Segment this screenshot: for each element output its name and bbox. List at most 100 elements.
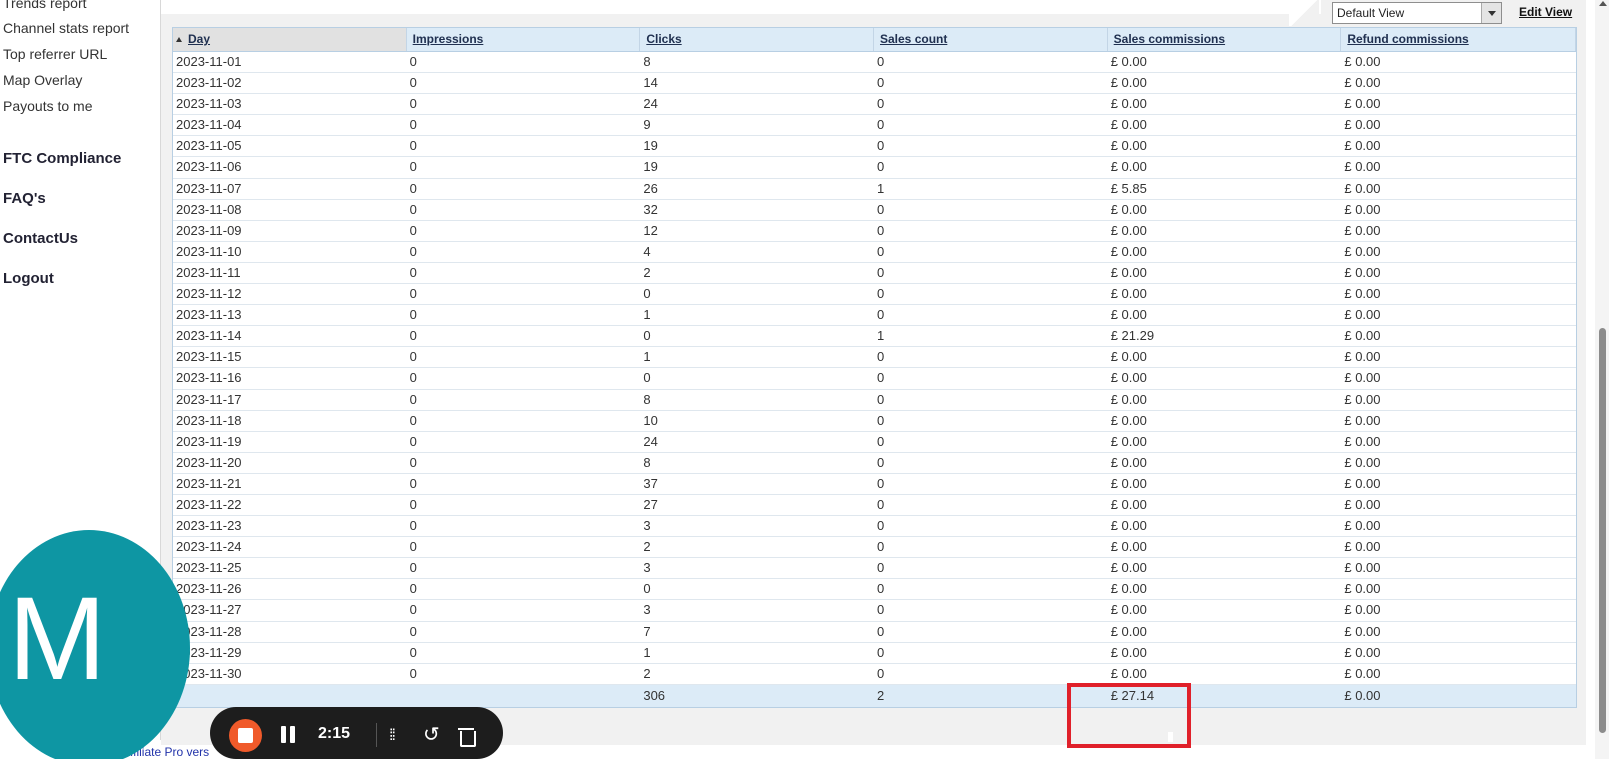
cell-clicks: 32 <box>643 201 658 217</box>
cell-sales-commissions: £ 0.00 <box>1110 539 1147 555</box>
cell-clicks: 1 <box>643 644 651 660</box>
drag-handle-icon[interactable]: ⁞⁞ <box>389 727 396 745</box>
cell-day: 2023-11-01 <box>176 54 242 69</box>
cell-sales-count: 0 <box>877 454 885 470</box>
table-row: 2023-11-04 0 9 0 £ 0.00 £ 0.00 <box>173 115 1576 137</box>
table-row: 2023-11-23 0 3 0 £ 0.00 £ 0.00 <box>173 516 1576 538</box>
cell-sales-commissions: £ 0.00 <box>1110 307 1147 323</box>
cell-sales-count: 0 <box>877 644 885 660</box>
cell-sales-commissions: £ 21.29 <box>1110 328 1155 344</box>
sidebar-faqs[interactable]: FAQ's <box>3 190 46 207</box>
table-row: 2023-11-19 0 24 0 £ 0.00 £ 0.00 <box>173 432 1576 453</box>
cell-clicks: 0 <box>643 286 651 302</box>
cell-impressions: 0 <box>409 370 417 386</box>
cell-sales-count: 0 <box>877 433 885 449</box>
cell-sales-count: 0 <box>877 518 885 534</box>
cell-refund-commissions: £ 0.00 <box>1344 243 1381 259</box>
cell-sales-commissions: £ 0.00 <box>1110 412 1147 428</box>
scroll-up-arrow-icon[interactable] <box>1599 1 1607 6</box>
stop-recording-button[interactable] <box>229 719 262 752</box>
cell-sales-count: 0 <box>877 307 885 323</box>
table-totals-row: 306 2 £ 27.14 £ 0.00 <box>173 684 1576 707</box>
cell-clicks: 24 <box>643 433 658 449</box>
cell-sales-count: 0 <box>877 412 885 428</box>
cell-sales-count: 0 <box>877 349 885 365</box>
cell-sales-count: 0 <box>877 391 885 407</box>
table-row: 2023-11-16 0 0 0 £ 0.00 £ 0.00 <box>173 368 1576 390</box>
cell-impressions: 0 <box>409 307 417 323</box>
sidebar-link-top-referrer[interactable]: Top referrer URL <box>3 46 107 62</box>
cell-sales-commissions: £ 0.00 <box>1110 201 1147 217</box>
cell-sales-count: 0 <box>877 560 885 576</box>
cell-clicks: 8 <box>643 54 651 69</box>
cell-refund-commissions: £ 0.00 <box>1344 475 1381 491</box>
edit-view-link[interactable]: Edit View <box>1519 5 1572 19</box>
column-header-sales-count[interactable]: Sales count <box>874 28 1108 51</box>
column-header-day[interactable]: Day <box>173 28 407 51</box>
cell-clicks: 7 <box>643 623 651 639</box>
column-header-clicks[interactable]: Clicks <box>640 28 874 51</box>
sidebar-ftc-compliance[interactable]: FTC Compliance <box>3 150 121 167</box>
view-select-value: Default View <box>1337 6 1405 20</box>
cell-sales-count: 0 <box>877 286 885 302</box>
cell-day: 2023-11-11 <box>176 264 241 280</box>
sidebar-link-channel-stats[interactable]: Channel stats report <box>3 20 129 36</box>
cell-impressions: 0 <box>409 96 417 112</box>
table-row: 2023-11-12 0 0 0 £ 0.00 £ 0.00 <box>173 284 1576 306</box>
recording-bar-divider <box>376 723 377 747</box>
column-header-impressions[interactable]: Impressions <box>407 28 641 51</box>
cell-day: 2023-11-17 <box>176 391 242 407</box>
cell-impressions: 0 <box>409 243 417 259</box>
sidebar-contact-us[interactable]: ContactUs <box>3 230 78 247</box>
cell-day: 2023-11-26 <box>176 581 242 597</box>
cell-refund-commissions: £ 0.00 <box>1344 644 1381 660</box>
toolbar-background <box>161 0 1321 14</box>
cell-sales-commissions: £ 0.00 <box>1110 370 1147 386</box>
sidebar-link-map-overlay[interactable]: Map Overlay <box>3 72 82 88</box>
cell-impressions: 0 <box>409 644 417 660</box>
sidebar-link-trends-report[interactable]: Trends report <box>3 0 87 11</box>
cell-sales-count: 0 <box>877 159 885 175</box>
cell-clicks: 3 <box>643 518 651 534</box>
table-header-row: Day Impressions Clicks Sales count Sales… <box>173 28 1577 52</box>
cell-clicks: 2 <box>643 665 651 681</box>
table-row: 2023-11-14 0 0 1 £ 21.29 £ 0.00 <box>173 326 1576 348</box>
sort-ascending-icon <box>176 37 182 42</box>
cell-refund-commissions: £ 0.00 <box>1344 539 1381 555</box>
cell-refund-commissions: £ 0.00 <box>1344 581 1381 597</box>
cell-impressions: 0 <box>409 454 417 470</box>
cell-refund-commissions: £ 0.00 <box>1344 96 1381 112</box>
cell-refund-commissions: £ 0.00 <box>1344 286 1381 302</box>
cell-sales-commissions: £ 0.00 <box>1110 475 1147 491</box>
cell-clicks: 1 <box>643 307 651 323</box>
cell-sales-commissions: £ 0.00 <box>1110 286 1147 302</box>
total-cell-refund-commissions: £ 0.00 <box>1344 687 1381 703</box>
cell-day: 2023-11-23 <box>176 518 242 534</box>
chevron-down-icon[interactable] <box>1481 3 1501 23</box>
cell-refund-commissions: £ 0.00 <box>1344 370 1381 386</box>
cell-sales-count: 0 <box>877 243 885 259</box>
cell-sales-commissions: £ 0.00 <box>1110 243 1147 259</box>
cell-impressions: 0 <box>409 518 417 534</box>
column-header-sales-commissions[interactable]: Sales commissions <box>1108 28 1342 51</box>
cell-day: 2023-11-18 <box>176 412 242 428</box>
trash-icon[interactable] <box>458 726 476 747</box>
scrollbar-thumb[interactable] <box>1599 328 1606 733</box>
pause-icon[interactable] <box>281 726 295 743</box>
sidebar-link-payouts[interactable]: Payouts to me <box>3 98 93 114</box>
cell-sales-commissions: £ 0.00 <box>1110 665 1147 681</box>
cell-day: 2023-11-06 <box>176 159 242 175</box>
view-select[interactable]: Default View <box>1332 2 1502 24</box>
cell-clicks: 2 <box>643 539 651 555</box>
cell-refund-commissions: £ 0.00 <box>1344 496 1381 512</box>
cell-sales-commissions: £ 0.00 <box>1110 54 1147 69</box>
sidebar-logout[interactable]: Logout <box>3 270 54 287</box>
cell-impressions: 0 <box>409 159 417 175</box>
restart-icon[interactable]: ↺ <box>423 722 440 747</box>
table-row: 2023-11-24 0 2 0 £ 0.00 £ 0.00 <box>173 537 1576 559</box>
cell-impressions: 0 <box>409 665 417 681</box>
cell-refund-commissions: £ 0.00 <box>1344 75 1381 91</box>
cell-impressions: 0 <box>409 328 417 344</box>
column-header-refund-commissions[interactable]: Refund commissions <box>1341 28 1577 51</box>
cell-impressions: 0 <box>409 54 417 69</box>
